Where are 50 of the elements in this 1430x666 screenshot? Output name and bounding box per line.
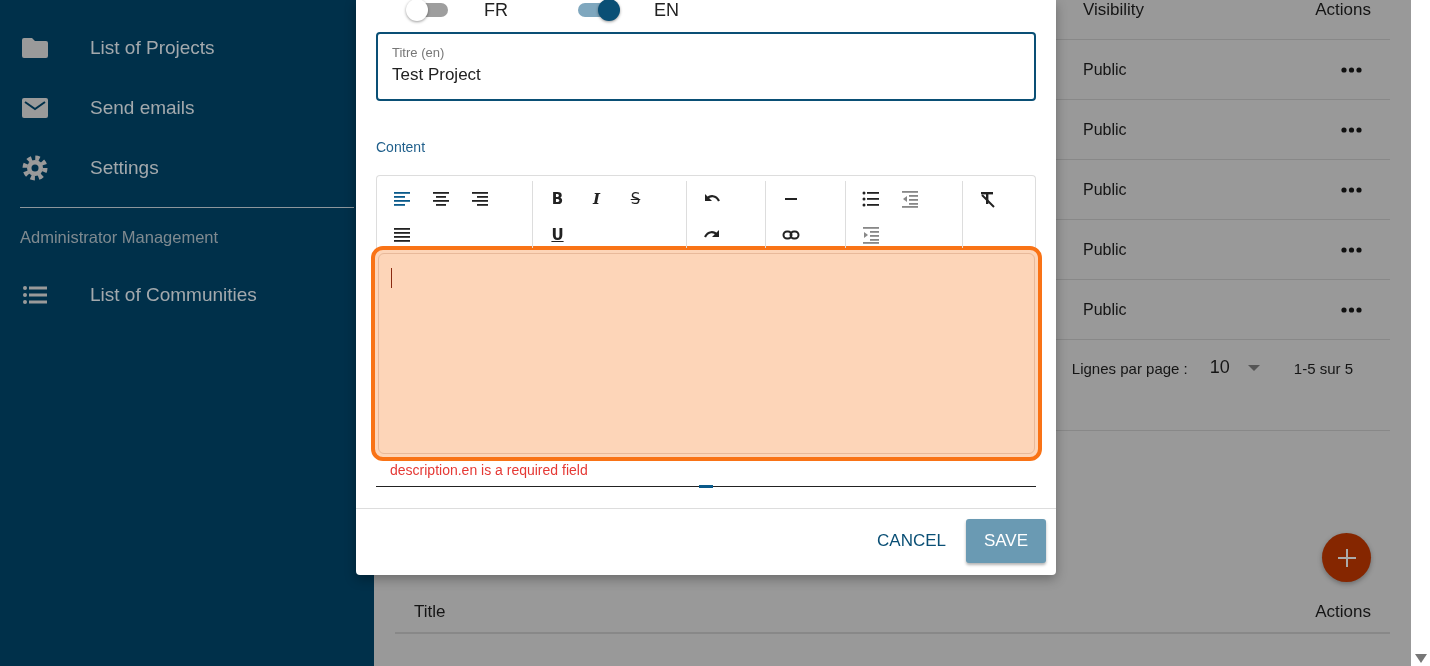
cancel-button[interactable]: CANCEL <box>877 520 946 562</box>
add-button[interactable] <box>1322 533 1371 582</box>
more-icon[interactable] <box>1341 126 1362 133</box>
plus-icon <box>1337 548 1356 567</box>
settings-icon <box>22 155 48 181</box>
indent-icon <box>861 226 880 244</box>
strike-button[interactable]: S <box>616 181 655 217</box>
align-center-icon <box>431 190 450 208</box>
sidebar-item[interactable]: List of Projects <box>90 37 215 59</box>
clear-format-icon <box>978 190 997 208</box>
column-header: Actions <box>1315 602 1371 623</box>
section-heading: Administrator Management <box>19 227 220 248</box>
error-message: description.en is a required field <box>390 462 589 478</box>
pagination-range: 1-5 sur 5 <box>1293 360 1353 377</box>
table-cell-text: Public <box>1082 60 1128 79</box>
rows-per-page-select[interactable]: 10 <box>1209 357 1230 378</box>
resize-handle[interactable] <box>699 485 713 488</box>
sidebar-item[interactable]: Settings <box>90 157 159 179</box>
justify-icon <box>392 226 411 244</box>
table-cell-text: Public <box>1082 120 1128 139</box>
sidebar-item[interactable]: Send emails <box>90 97 195 119</box>
sidebar-item[interactable]: List of Communities <box>90 284 257 306</box>
more-icon[interactable] <box>1341 66 1362 73</box>
folder-icon <box>22 38 48 58</box>
align-right-icon <box>470 190 489 208</box>
column-header: Title <box>414 602 446 623</box>
more-icon[interactable] <box>1341 306 1362 313</box>
toggle-label: FR <box>484 0 508 21</box>
table-cell-text: Public <box>1082 180 1128 199</box>
bold-button[interactable]: B <box>538 181 577 217</box>
mail-icon <box>22 98 48 118</box>
dropdown-icon[interactable] <box>1247 364 1260 371</box>
title-field[interactable]: Titre (en) Test Project <box>376 32 1036 101</box>
table-cell-text: Public <box>1082 300 1128 319</box>
align-left-icon <box>392 190 411 208</box>
table-cell-text: Public <box>1082 240 1128 259</box>
outdent-icon <box>900 190 919 208</box>
more-icon[interactable] <box>1341 186 1362 193</box>
horizontal-rule-icon <box>784 198 797 200</box>
underline-button[interactable]: U <box>538 217 577 253</box>
bullet-list-icon <box>861 190 880 208</box>
italic-button[interactable]: I <box>577 181 616 217</box>
content-label: Content <box>376 139 427 155</box>
list-icon <box>23 285 47 305</box>
more-icon[interactable] <box>1341 246 1362 253</box>
column-header: Actions <box>1314 0 1372 20</box>
column-header: Visibility <box>1082 0 1146 20</box>
scroll-down-arrow-icon[interactable] <box>1414 654 1427 663</box>
toggle-label: EN <box>654 0 679 21</box>
rows-per-page-label: Lignes par page : <box>1071 360 1188 377</box>
